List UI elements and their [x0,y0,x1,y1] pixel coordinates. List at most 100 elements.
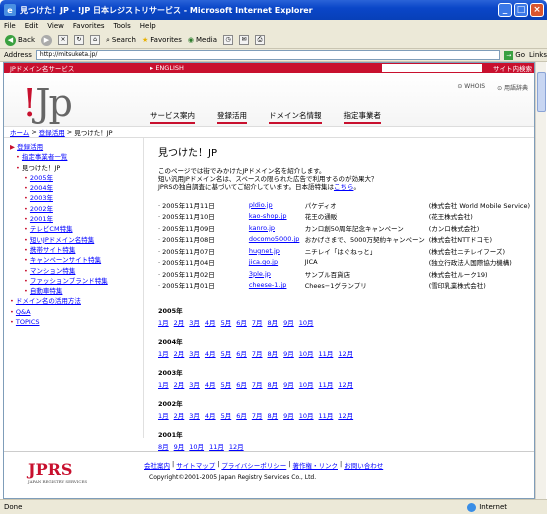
month-link[interactable]: 1月 [158,379,169,389]
sidebar-item[interactable]: • キャンペーンサイト特集 [10,255,143,265]
sidebar-item[interactable]: • 2003年 [10,193,143,203]
sidebar-item[interactable]: • ファッションブランド特集 [10,276,143,286]
menu-edit[interactable]: Edit [25,22,39,30]
site-search-button[interactable]: サイト内検索 [493,63,532,73]
month-link[interactable]: 11月 [319,379,334,389]
month-link[interactable]: 4月 [205,379,216,389]
sidebar-item[interactable]: • 2004年 [10,183,143,193]
sidebar-item[interactable]: • 短いJPドメイン名特集 [10,235,143,245]
month-link[interactable]: 12月 [338,348,353,358]
cell-domain[interactable]: kanro.jp [249,222,305,234]
cell-domain[interactable]: cheese-1.jp [249,280,305,292]
whois-link[interactable]: ⊙ WHOIS [457,83,485,92]
month-link[interactable]: 8月 [267,317,278,327]
minimize-button[interactable]: _ [498,3,512,17]
maximize-button[interactable]: □ [514,3,528,17]
month-link[interactable]: 5月 [221,410,232,420]
tab-service[interactable]: サービス案内 [150,110,195,124]
sidebar-item[interactable]: • ドメイン名の活用方法 [10,296,143,306]
month-link[interactable]: 4月 [205,410,216,420]
month-link[interactable]: 8月 [267,410,278,420]
month-link[interactable]: 2月 [174,317,185,327]
sidebar-item[interactable]: • 2002年 [10,204,143,214]
month-link[interactable]: 9月 [283,379,294,389]
month-link[interactable]: 3月 [189,348,200,358]
sidebar-item[interactable]: • マンション特集 [10,266,143,276]
breadcrumb-home[interactable]: ホーム [10,127,29,137]
menu-favorites[interactable]: Favorites [73,22,105,30]
month-link[interactable]: 10月 [299,379,314,389]
sidebar-item[interactable]: • 携帯サイト特集 [10,245,143,255]
cell-domain[interactable]: kao-shop.jp [249,211,305,223]
month-link[interactable]: 8月 [267,348,278,358]
cell-domain[interactable]: pldio.jp [249,199,305,211]
month-link[interactable]: 3月 [189,379,200,389]
month-link[interactable]: 10月 [299,410,314,420]
month-link[interactable]: 4月 [205,317,216,327]
back-button[interactable]: ◀ Back [5,34,35,46]
month-link[interactable]: 2月 [174,379,185,389]
menu-help[interactable]: Help [140,22,156,30]
month-link[interactable]: 1月 [158,348,169,358]
english-link[interactable]: ▸ ENGLISH [144,64,184,72]
links-button[interactable]: Links [529,51,547,59]
footer-link[interactable]: 著作権・リンク [292,460,338,470]
print-button[interactable]: ⎙ [255,35,266,45]
sidebar-item[interactable]: • Q&A [10,307,143,317]
jp-logo[interactable]: !Jp [22,81,73,125]
month-link[interactable]: 9月 [283,410,294,420]
month-link[interactable]: 7月 [252,348,263,358]
cell-domain[interactable]: docomo5000.jp [249,234,305,246]
month-link[interactable]: 9月 [283,348,294,358]
breadcrumb-registration[interactable]: 登録活用 [39,127,65,137]
jprs-logo[interactable]: JPRS JAPAN REGISTRY SERVICES [28,460,87,484]
month-link[interactable]: 10月 [299,348,314,358]
month-link[interactable]: 11月 [319,348,334,358]
month-link[interactable]: 12月 [338,379,353,389]
month-link[interactable]: 9月 [283,317,294,327]
cell-domain[interactable]: 3ple.jp [249,268,305,280]
month-link[interactable]: 2月 [174,348,185,358]
month-link[interactable]: 6月 [236,348,247,358]
vertical-scrollbar[interactable] [535,62,546,499]
month-link[interactable]: 5月 [221,348,232,358]
stop-button[interactable]: × [58,35,68,45]
month-link[interactable]: 11月 [319,410,334,420]
month-link[interactable]: 1月 [158,410,169,420]
footer-link[interactable]: お問い合わせ [344,460,383,470]
sidebar-item[interactable]: • 指定事業者一覧 [10,152,143,162]
month-link[interactable]: 3月 [189,410,200,420]
home-button[interactable]: ⌂ [90,35,100,45]
month-link[interactable]: 3月 [189,317,200,327]
refresh-button[interactable]: ↻ [74,35,84,45]
month-link[interactable]: 12月 [229,441,244,451]
address-input[interactable]: http://mitsuketa.jp/ [35,50,501,60]
month-link[interactable]: 12月 [338,410,353,420]
menu-file[interactable]: File [4,22,16,30]
close-button[interactable]: × [530,3,544,17]
month-link[interactable]: 7月 [252,410,263,420]
month-link[interactable]: 9月 [174,441,185,451]
favorites-button[interactable]: ★ Favorites [142,36,182,44]
month-link[interactable]: 4月 [205,348,216,358]
month-link[interactable]: 6月 [236,379,247,389]
menu-tools[interactable]: Tools [114,22,131,30]
footer-link[interactable]: サイトマップ [176,460,215,470]
month-link[interactable]: 1月 [158,317,169,327]
tab-registration[interactable]: 登録活用 [217,110,247,124]
sidebar-item[interactable]: • 自動車特集 [10,286,143,296]
cell-domain[interactable]: hugnet.jp [249,245,305,257]
month-link[interactable]: 5月 [221,317,232,327]
sidebar-item[interactable]: • 2005年 [10,173,143,183]
month-link[interactable]: 8月 [267,379,278,389]
month-link[interactable]: 7月 [252,379,263,389]
month-link[interactable]: 11月 [209,441,224,451]
media-button[interactable]: ◉ Media [188,36,217,44]
month-link[interactable]: 2月 [174,410,185,420]
history-button[interactable]: ◷ [223,35,234,45]
month-link[interactable]: 6月 [236,317,247,327]
sidebar-item[interactable]: • TOPICS [10,317,143,327]
menu-view[interactable]: View [47,22,64,30]
month-link[interactable]: 10月 [299,317,314,327]
scrollbar-thumb[interactable] [537,72,546,112]
